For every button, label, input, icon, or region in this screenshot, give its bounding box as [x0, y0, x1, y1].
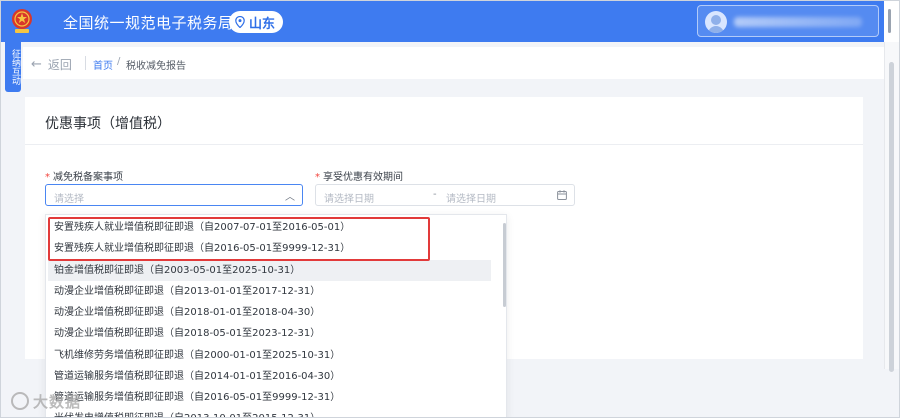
field-label-exemption-item: * 减免税备案事项: [45, 168, 123, 183]
national-emblem-icon: [12, 9, 32, 33]
user-name-redacted: [734, 17, 862, 27]
field-label-text: 享受优惠有效期间: [323, 172, 403, 183]
breadcrumb: ← 返回 首页 / 税收减免报告: [23, 47, 884, 79]
calendar-icon: [557, 190, 567, 200]
exemption-item-dropdown: 安置残疾人就业增值税即征即退（自2007-07-01至2016-05-01） 安…: [45, 214, 507, 417]
list-item[interactable]: 安置残疾人就业增值税即征即退（自2016-05-01至9999-12-31）: [54, 238, 350, 259]
location-pin-icon: [235, 16, 245, 28]
list-item[interactable]: 动漫企业增值税即征即退（自2013-01-01至2017-12-31）: [54, 281, 320, 302]
side-tab-interaction[interactable]: 征纳互动: [5, 38, 21, 92]
list-item[interactable]: 铂金增值税即征即退（自2003-05-01至2025-10-31）: [48, 260, 491, 281]
field-label-valid-period: * 享受优惠有效期间: [315, 168, 403, 183]
breadcrumb-home-link[interactable]: 首页: [93, 57, 113, 72]
watermark: 大数据: [11, 391, 81, 412]
watermark-text: 大数据: [33, 393, 82, 411]
required-mark: *: [45, 172, 50, 183]
arrow-left-icon: ←: [31, 57, 42, 72]
list-item[interactable]: 管道运输服务增值税即征即退（自2014-01-01至2016-04-30）: [54, 366, 340, 387]
start-date-input[interactable]: 请选择日期: [324, 190, 374, 205]
app-window: 全国统一规范电子税务局 山东 征纳互动 ← 返回 首页 / 税收减免报告 优惠事…: [0, 0, 900, 418]
page-title: 优惠事项（增值税）: [45, 116, 171, 132]
chevron-up-icon: ︿: [285, 192, 295, 203]
watermark-logo-icon: [11, 392, 29, 410]
region-selector[interactable]: 山东: [229, 11, 284, 33]
top-header: 全国统一规范电子税务局 山东: [1, 1, 899, 42]
list-item[interactable]: 光伏发电增值税即征即退（自2013-10-01至2015-12-31）: [54, 408, 320, 417]
list-item[interactable]: 飞机维修劳务增值税即征即退（自2000-01-01至2025-10-31）: [54, 345, 340, 366]
user-account-menu[interactable]: [697, 5, 879, 37]
back-label: 返回: [47, 58, 72, 72]
dropdown-scrollbar[interactable]: [503, 223, 506, 307]
exemption-item-select[interactable]: 请选择 ︿: [45, 184, 303, 206]
divider: [85, 56, 86, 70]
divider: [25, 144, 863, 145]
region-name: 山东: [249, 16, 276, 32]
list-item[interactable]: 动漫企业增值税即征即退（自2018-01-01至2018-04-30）: [54, 302, 320, 323]
avatar: [705, 11, 727, 33]
site-title: 全国统一规范电子税务局: [63, 14, 234, 32]
window-edge: [884, 1, 899, 42]
select-placeholder: 请选择: [54, 194, 84, 205]
required-mark: *: [315, 172, 320, 183]
page-scrollbar[interactable]: [884, 42, 899, 372]
breadcrumb-current: 税收减免报告: [126, 61, 186, 72]
date-range-separator: -: [433, 189, 437, 200]
back-button[interactable]: ← 返回: [31, 56, 72, 73]
list-item[interactable]: 安置残疾人就业增值税即征即退（自2007-07-01至2016-05-01）: [54, 217, 350, 238]
list-item[interactable]: 动漫企业增值税即征即退（自2018-05-01至2023-12-31）: [54, 323, 320, 344]
list-item[interactable]: 管道运输服务增值税即征即退（自2016-05-01至9999-12-31）: [54, 387, 340, 408]
field-label-text: 减免税备案事项: [53, 172, 123, 183]
breadcrumb-separator: /: [117, 56, 121, 67]
valid-period-date-range[interactable]: 请选择日期 - 请选择日期: [315, 184, 575, 206]
end-date-input[interactable]: 请选择日期: [446, 190, 496, 205]
